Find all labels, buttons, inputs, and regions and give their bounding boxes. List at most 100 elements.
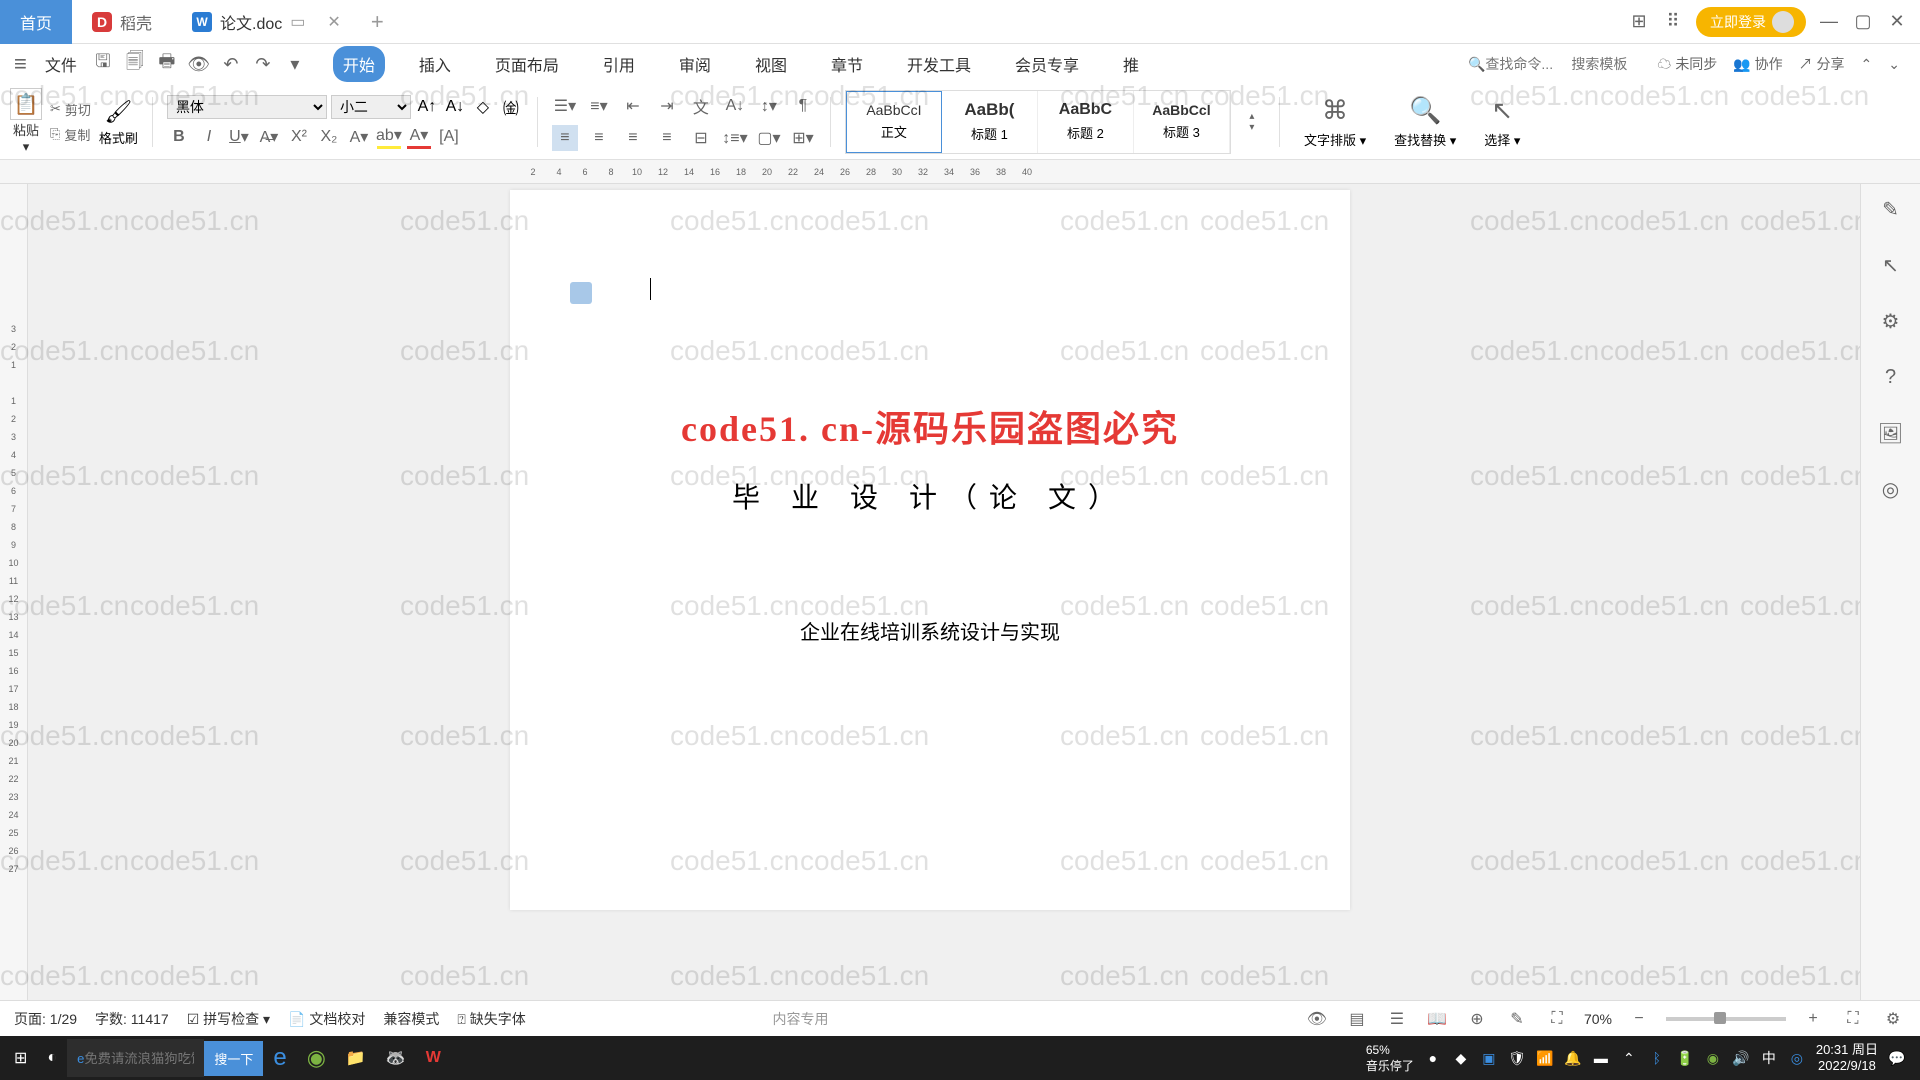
bold-icon[interactable]: B bbox=[167, 125, 191, 149]
underline-icon[interactable]: U▾ bbox=[227, 125, 251, 149]
tab-member[interactable]: 会员专享 bbox=[1005, 46, 1089, 82]
battery-icon[interactable]: 🔋 bbox=[1676, 1049, 1694, 1067]
settings-slider-icon[interactable]: ⚙ bbox=[1876, 306, 1906, 336]
tab-view[interactable]: 视图 bbox=[745, 46, 797, 82]
fullscreen-icon[interactable]: ⛶ bbox=[1840, 1006, 1866, 1032]
decrease-indent-icon[interactable]: ⇤ bbox=[620, 93, 646, 119]
tab-more[interactable]: 推 bbox=[1113, 46, 1149, 82]
highlight-icon[interactable]: ab▾ bbox=[377, 125, 401, 149]
tab-add-icon[interactable]: + bbox=[371, 9, 384, 35]
number-list-icon[interactable]: ≡▾ bbox=[586, 93, 612, 119]
find-replace-button[interactable]: 🔍查找替换 ▾ bbox=[1384, 95, 1466, 149]
clear-format-icon[interactable]: ◇ bbox=[471, 95, 495, 119]
print-icon[interactable]: 🖶 bbox=[153, 50, 181, 78]
align-left-icon[interactable]: ≡ bbox=[552, 125, 578, 151]
settings-icon[interactable]: ⚙ bbox=[1880, 1006, 1906, 1032]
web-view-icon[interactable]: ⊕ bbox=[1464, 1006, 1490, 1032]
tray-icon-1[interactable]: ● bbox=[1424, 1049, 1442, 1067]
shield-icon[interactable]: 🛡 bbox=[1508, 1049, 1526, 1067]
tab-dev-tools[interactable]: 开发工具 bbox=[897, 46, 981, 82]
page-indicator[interactable]: 页面: 1/29 bbox=[14, 1009, 77, 1029]
minimize-icon[interactable]: — bbox=[1818, 11, 1840, 33]
pencil-icon[interactable]: ✎ bbox=[1876, 194, 1906, 224]
font-color-icon[interactable]: A▾ bbox=[407, 125, 431, 149]
help-icon[interactable]: ? bbox=[1876, 362, 1906, 392]
tray-icon-5[interactable]: ◉ bbox=[1704, 1049, 1722, 1067]
decrease-font-icon[interactable]: A↓ bbox=[443, 95, 467, 119]
fit-page-icon[interactable]: ⛶ bbox=[1544, 1006, 1570, 1032]
collapse-ribbon-icon[interactable]: ⌃ bbox=[1861, 56, 1873, 73]
bullet-list-icon[interactable]: ☰▾ bbox=[552, 93, 578, 119]
chevron-up-icon[interactable]: ⌃ bbox=[1620, 1049, 1638, 1067]
superscript-icon[interactable]: X² bbox=[287, 125, 311, 149]
paste-button[interactable]: 📋 粘贴 ▾ bbox=[10, 88, 42, 155]
tab-start[interactable]: 开始 bbox=[333, 46, 385, 82]
undo-icon[interactable]: ↶ bbox=[217, 50, 245, 78]
qat-dropdown-icon[interactable]: ▾ bbox=[281, 50, 309, 78]
action-center-icon[interactable]: 💬 bbox=[1888, 1049, 1906, 1067]
select-tool-icon[interactable]: ↖ bbox=[1876, 250, 1906, 280]
zoom-in-icon[interactable]: + bbox=[1800, 1006, 1826, 1032]
tab-review[interactable]: 审阅 bbox=[669, 46, 721, 82]
subscript-icon[interactable]: X₂ bbox=[317, 125, 341, 149]
proofread-button[interactable]: 📄 文档校对 bbox=[288, 1009, 365, 1029]
style-scroll-icon[interactable]: ▴▾ bbox=[1239, 109, 1265, 135]
browser-icon[interactable]: ◉ bbox=[297, 1036, 336, 1080]
italic-icon[interactable]: I bbox=[197, 125, 221, 149]
tab-page-layout[interactable]: 页面布局 bbox=[485, 46, 569, 82]
preview-icon[interactable]: 👁 bbox=[185, 50, 213, 78]
ie-icon[interactable]: e bbox=[263, 1036, 296, 1080]
text-layout-button[interactable]: ⌘文字排版 ▾ bbox=[1294, 95, 1376, 149]
sync-button[interactable]: ☁ 未同步 bbox=[1657, 54, 1717, 74]
save-icon[interactable]: 🖫 bbox=[89, 50, 117, 78]
tab-chapter[interactable]: 章节 bbox=[821, 46, 873, 82]
file-menu[interactable]: 文件 bbox=[37, 52, 85, 76]
tab-insert[interactable]: 插入 bbox=[409, 46, 461, 82]
phonetic-icon[interactable]: ㈮ bbox=[499, 95, 523, 119]
missing-font-button[interactable]: ⍰ 缺失字体 bbox=[457, 1009, 525, 1029]
app-icon[interactable]: 🦝 bbox=[376, 1036, 416, 1080]
tab-home[interactable]: 首页 bbox=[0, 0, 72, 44]
explorer-icon[interactable]: 📁 bbox=[336, 1036, 376, 1080]
tab-doke[interactable]: D 稻壳 bbox=[72, 0, 172, 44]
increase-indent-icon[interactable]: ⇥ bbox=[654, 93, 680, 119]
eye-icon[interactable]: 👁 bbox=[1304, 1006, 1330, 1032]
taskbar-search-button[interactable]: 搜一下 bbox=[204, 1041, 263, 1076]
word-count[interactable]: 字数: 11417 bbox=[95, 1009, 169, 1029]
align-justify-icon[interactable]: ≡ bbox=[654, 125, 680, 151]
tray-icon-2[interactable]: ◆ bbox=[1452, 1049, 1470, 1067]
style-heading2[interactable]: AaBbC标题 2 bbox=[1038, 91, 1134, 153]
sort-icon[interactable]: ↕▾ bbox=[756, 93, 782, 119]
tab-reference[interactable]: 引用 bbox=[593, 46, 645, 82]
zoom-out-icon[interactable]: − bbox=[1626, 1006, 1652, 1032]
strikethrough-icon[interactable]: A̶▾ bbox=[257, 125, 281, 149]
distribute-icon[interactable]: ⊟ bbox=[688, 125, 714, 151]
tray-icon-6[interactable]: ◎ bbox=[1788, 1049, 1806, 1067]
target-icon[interactable]: ◎ bbox=[1876, 474, 1906, 504]
text-effects-icon[interactable]: A▾ bbox=[347, 125, 371, 149]
collab-button[interactable]: 👥 协作 bbox=[1733, 54, 1782, 74]
bluetooth-icon[interactable]: ᛒ bbox=[1648, 1049, 1666, 1067]
cortana-icon[interactable]: ◐ bbox=[37, 1036, 67, 1080]
volume-icon[interactable]: 🔊 bbox=[1732, 1049, 1750, 1067]
vertical-ruler[interactable]: 3211234567891011121314151617181920212223… bbox=[0, 184, 28, 1032]
wps-icon[interactable]: W bbox=[416, 1036, 451, 1080]
login-button[interactable]: 立即登录 bbox=[1696, 7, 1806, 37]
share-button[interactable]: ↗ 分享 bbox=[1799, 54, 1845, 74]
text-direction-icon[interactable]: A↓ bbox=[722, 93, 748, 119]
style-heading1[interactable]: AaBb(标题 1 bbox=[942, 91, 1038, 153]
outline-view-icon[interactable]: ☰ bbox=[1384, 1006, 1410, 1032]
align-right-icon[interactable]: ≡ bbox=[620, 125, 646, 151]
zoom-slider[interactable] bbox=[1666, 1017, 1786, 1021]
layout-icon[interactable]: ⊞ bbox=[1628, 11, 1650, 33]
save-as-icon[interactable]: 🗐 bbox=[121, 50, 149, 78]
char-border-icon[interactable]: [A] bbox=[437, 125, 461, 149]
spell-check-button[interactable]: ☑ 拼写检查 ▾ bbox=[187, 1009, 270, 1029]
copy-button[interactable]: ⎘ 复制 bbox=[50, 125, 91, 144]
image-tool-icon[interactable]: 🖼 bbox=[1876, 418, 1906, 448]
notification-icon[interactable]: 🔔 bbox=[1564, 1049, 1582, 1067]
select-button[interactable]: ↖选择 ▾ bbox=[1474, 95, 1530, 149]
cut-button[interactable]: ✂ 剪切 bbox=[50, 100, 91, 119]
align-center-icon[interactable]: ≡ bbox=[586, 125, 612, 151]
shading-icon[interactable]: ▢▾ bbox=[756, 125, 782, 151]
